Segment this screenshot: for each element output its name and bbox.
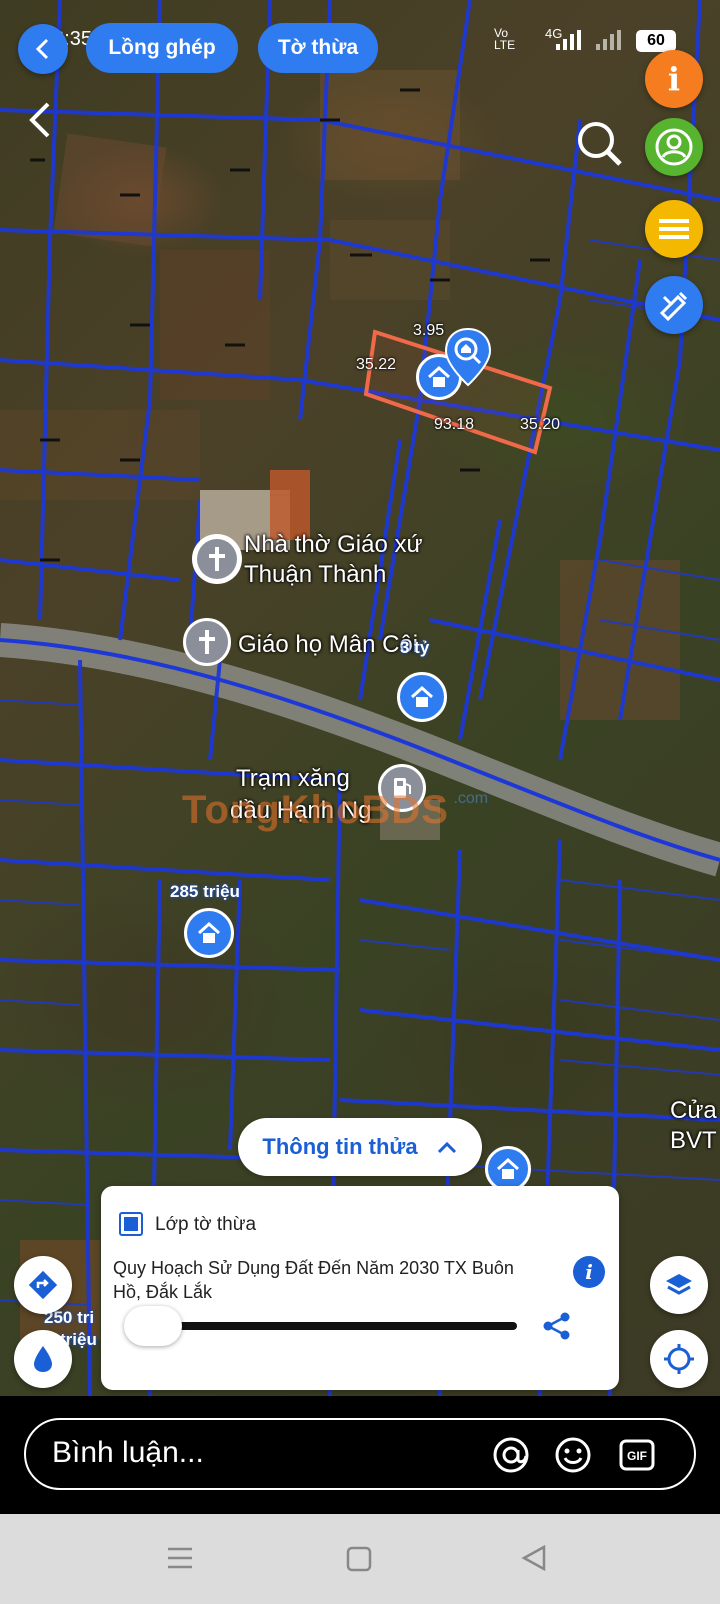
opacity-slider[interactable]: [113, 1304, 521, 1348]
list-icon: [659, 219, 689, 239]
water-drop-icon: [34, 1346, 52, 1372]
menu-lines-icon: [168, 1547, 192, 1569]
share-icon: [543, 1312, 570, 1340]
system-nav-bar: [0, 1514, 720, 1604]
my-location-button[interactable]: [650, 1330, 708, 1388]
comment-input[interactable]: Bình luận... GIF: [24, 1418, 696, 1490]
search-button[interactable]: [574, 118, 626, 170]
ruler-pencil-icon: [659, 291, 688, 321]
bank-label-1: Cửa: [670, 1097, 717, 1124]
smiley-icon: [555, 1437, 591, 1473]
search-location-marker[interactable]: [444, 327, 492, 387]
listing-marker-2[interactable]: [184, 908, 234, 958]
triangle-back-icon: [521, 1544, 546, 1572]
chevron-left-icon: [35, 38, 49, 60]
watermark-brand: TongKhoBDS: [182, 788, 449, 832]
parcel-top-length: 3.95: [413, 322, 445, 339]
cross-icon: [199, 630, 215, 654]
merge-layer-label: Lồng ghép: [108, 36, 216, 59]
info-button[interactable]: i: [645, 50, 703, 108]
church-label-1: Nhà thờ Giáo xứ: [244, 531, 423, 558]
layer-checkbox[interactable]: [119, 1212, 143, 1236]
share-button[interactable]: [541, 1310, 573, 1342]
measure-button[interactable]: [645, 276, 703, 334]
watermark-suffix: .com: [453, 790, 489, 807]
opacity-slider-track: [153, 1322, 517, 1330]
listing-price-2: 285 triệu: [170, 882, 240, 901]
listing-price-1: 3 tỷ: [400, 638, 430, 657]
battery-icon: 60: [636, 30, 676, 52]
info-icon: i: [667, 60, 681, 98]
plan-info-button[interactable]: i: [573, 1256, 605, 1288]
app-root: 12:35 Vo LTE 4G 60 Lồng ghép Tờ thừa i 3…: [0, 0, 720, 1604]
gif-button[interactable]: GIF: [618, 1436, 656, 1474]
parish-label: Giáo họ Mân Côi: [238, 631, 419, 658]
directions-button[interactable]: [14, 1256, 72, 1314]
watermark: TongKhoBDS .com: [182, 788, 488, 833]
home-icon: [197, 921, 221, 943]
layers-icon: [666, 1274, 692, 1295]
plan-name-line-2: Hồ, Đắk Lắk: [113, 1282, 213, 1302]
status-network: Vo LTE: [494, 26, 516, 52]
comment-bar: Bình luận... GIF: [0, 1396, 720, 1514]
plan-name-line-1: Quy Hoạch Sử Dụng Đất Đến Năm 2030 TX Bu…: [113, 1258, 514, 1278]
back-nav-button[interactable]: [520, 1544, 548, 1572]
search-home-pin-icon: [444, 327, 492, 387]
emoji-button[interactable]: [554, 1436, 592, 1474]
gif-icon: GIF: [619, 1439, 655, 1471]
at-sign-icon: [493, 1437, 529, 1473]
square-icon: [346, 1546, 372, 1572]
layer-card: Lớp tờ thừa Quy Hoạch Sử Dụng Đất Đến Nă…: [101, 1186, 619, 1390]
church-marker[interactable]: [192, 534, 242, 584]
battery-level: 60: [647, 32, 665, 49]
parcel-right-length: 35.20: [520, 416, 561, 433]
cross-icon: [209, 547, 225, 571]
list-button[interactable]: [645, 200, 703, 258]
home-button[interactable]: [346, 1546, 372, 1572]
parish-marker[interactable]: [183, 618, 231, 666]
parcel-info-toggle[interactable]: Thông tin thửa: [238, 1118, 482, 1176]
land-sheet-label: Tờ thừa: [277, 36, 359, 59]
search-icon: [578, 122, 622, 166]
satellite-map[interactable]: 12:35 Vo LTE 4G 60 Lồng ghép Tờ thừa i 3…: [0, 0, 720, 1396]
opacity-slider-handle[interactable]: [124, 1306, 182, 1346]
layer-title: Lớp tờ thừa: [155, 1214, 257, 1235]
comment-placeholder: Bình luận...: [52, 1436, 204, 1469]
recents-button[interactable]: [166, 1544, 194, 1572]
land-sheet-chip[interactable]: Tờ thừa: [258, 23, 378, 73]
back-chip-button[interactable]: [18, 24, 68, 74]
layers-button[interactable]: [650, 1256, 708, 1314]
signal-bars-icon: [556, 30, 582, 50]
chevron-left-icon: [29, 102, 50, 138]
merge-layer-chip[interactable]: Lồng ghép: [86, 23, 238, 73]
water-layer-button[interactable]: [14, 1330, 72, 1388]
parcel-info-label: Thông tin thửa: [262, 1134, 418, 1159]
bank-label-2: BVT: [670, 1127, 717, 1154]
home-icon: [496, 1157, 520, 1179]
signal-bars-2-icon: [596, 30, 622, 50]
user-icon: [655, 128, 693, 166]
parcel-bottom-length: 93.18: [434, 416, 475, 433]
profile-button[interactable]: [645, 118, 703, 176]
mention-button[interactable]: [492, 1436, 530, 1474]
directions-icon: [28, 1270, 58, 1300]
parcel-left-length: 35.22: [356, 356, 397, 373]
chevron-up-icon: [437, 1141, 456, 1154]
listing-marker-1[interactable]: [397, 672, 447, 722]
info-icon: i: [585, 1260, 593, 1284]
church-label-2: Thuận Thành: [244, 561, 387, 588]
svg-text:GIF: GIF: [627, 1449, 647, 1463]
back-button[interactable]: [22, 98, 58, 142]
crosshair-icon: [664, 1344, 694, 1374]
home-icon: [410, 685, 434, 707]
